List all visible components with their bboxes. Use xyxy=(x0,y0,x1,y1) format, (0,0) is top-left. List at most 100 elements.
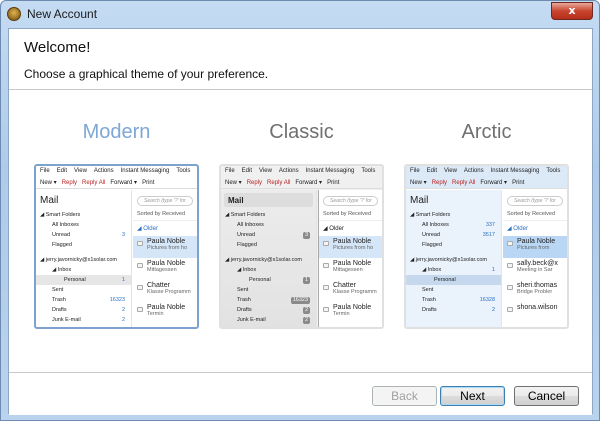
folder-count: 1 xyxy=(491,267,495,273)
preview-message: Chatter Klasse Programm xyxy=(319,280,382,302)
preview-menu-item: File xyxy=(225,168,235,174)
envelope-icon xyxy=(507,307,513,312)
preview-menu-item: Actions xyxy=(463,168,484,174)
message-sender: Paula Noble xyxy=(147,238,186,245)
theme-name: Arctic xyxy=(461,121,512,143)
preview-toolbar-item: Reply xyxy=(61,180,78,186)
preview-menu-item: File xyxy=(40,168,50,174)
close-button[interactable]: x xyxy=(551,2,593,20)
theme-preview-modern[interactable]: File Edit View Actions Instant Messaging Tool… xyxy=(34,164,199,329)
preview-message: Paula Noble Termin xyxy=(319,302,382,324)
preview-group-older: ◢ Older xyxy=(507,226,528,232)
preview-toolbar-item: New ▾ xyxy=(410,180,427,186)
preview-menu-item: View xyxy=(259,168,272,174)
preview-folder: Flagged xyxy=(36,240,131,250)
preview-mail-title: Mail xyxy=(224,193,313,207)
envelope-icon xyxy=(323,285,329,290)
folder-name: All Inboxes xyxy=(422,222,449,228)
preview-menu-item: Actions xyxy=(93,168,114,174)
folder-name: Flagged xyxy=(52,242,72,248)
message-sender: Paula Noble xyxy=(333,238,372,245)
preview-folder: Trash 16323 xyxy=(221,295,316,305)
preview-menu-item: File xyxy=(410,168,420,174)
preview-group-older: ◢ Older xyxy=(137,226,158,232)
preview-folder: Drafts 2 xyxy=(406,305,501,315)
folder-name: Drafts xyxy=(237,307,252,313)
folder-count: 16323 xyxy=(290,296,310,304)
preview-menu-item: Instant Messaging xyxy=(305,168,355,174)
preview-folder: All Inboxes xyxy=(36,220,131,230)
preview-message-pane: Search (type '?' for Sorted by Received ◢ … xyxy=(503,190,567,327)
folder-name: jerry.javornicky@x1solar.com xyxy=(230,257,302,263)
preview-message: Chatter Klasse Programm xyxy=(133,280,197,302)
title-bar: New Account x xyxy=(1,1,599,28)
message-sender: sally.beck@x xyxy=(517,260,558,267)
folder-name: jerry.javornicky@x1solar.com xyxy=(415,257,487,263)
envelope-icon xyxy=(323,307,329,312)
theme-preview-arctic[interactable]: File Edit View Actions Instant Messaging Tool… xyxy=(404,164,569,329)
folder-count: 337 xyxy=(485,222,495,228)
preview-folder: Trash 16328 xyxy=(406,295,501,305)
back-button[interactable]: Back xyxy=(372,386,437,406)
theme-preview-classic[interactable]: File Edit View Actions Instant Messaging Tool… xyxy=(219,164,384,329)
theme-option-classic[interactable]: Classic File Edit View Actions Instant Messag… xyxy=(219,121,384,329)
preview-sort-label: Sorted by Received xyxy=(133,208,197,221)
preview-mail-title: Mail xyxy=(40,195,59,206)
welcome-heading: Welcome! xyxy=(24,39,91,56)
preview-folder: Flagged xyxy=(221,240,316,250)
folder-name: Inbox xyxy=(57,267,72,273)
preview-menu-item: Instant Messaging xyxy=(490,168,540,174)
message-sender: Paula Noble xyxy=(517,238,556,245)
preview-group-older: ◢ Older xyxy=(323,226,344,232)
folder-name: Junk E-mail xyxy=(237,317,266,323)
next-button[interactable]: Next xyxy=(440,386,505,406)
preview-menu-item: View xyxy=(74,168,87,174)
folder-count: 3 xyxy=(302,231,310,239)
folder-name: All Inboxes xyxy=(52,222,79,228)
preview-folder: ◢ Inbox xyxy=(52,267,72,273)
preview-folder: ◢ jerry.javornicky@x1solar.com xyxy=(225,257,302,263)
theme-option-modern[interactable]: Modern File Edit View Actions Instant Messagi… xyxy=(34,121,199,329)
folder-count: 3 xyxy=(121,232,125,238)
cancel-button[interactable]: Cancel xyxy=(514,386,579,406)
preview-message: Paula Noble Pictures from ho xyxy=(133,236,197,258)
preview-message: sally.beck@x Meeting in Sar xyxy=(503,258,567,280)
preview-folder: ◢ Smart Folders xyxy=(225,212,266,218)
folder-name: Flagged xyxy=(237,242,257,248)
preview-message: sheri.thomas Bridge Probler xyxy=(503,280,567,302)
preview-message: Paula Noble Pictures from xyxy=(503,236,567,258)
preview-search-box: Search (type '?' for xyxy=(507,196,563,206)
folder-name: Unread xyxy=(422,232,441,238)
wizard-footer: Back Next Cancel xyxy=(9,372,592,415)
folder-name: Unread xyxy=(52,232,71,238)
envelope-icon xyxy=(507,263,513,268)
preview-menu-item: Edit xyxy=(241,168,253,174)
message-subject: Mittagessen xyxy=(333,267,363,273)
preview-mail-title: Mail xyxy=(410,195,429,206)
preview-menu-item: Tools xyxy=(176,168,191,174)
preview-toolbar-item: Reply xyxy=(431,180,448,186)
preview-folder: Drafts 2 xyxy=(36,305,131,315)
preview-folder: ◢ Inbox 1 xyxy=(422,267,495,273)
preview-menu-item: View xyxy=(444,168,457,174)
envelope-icon xyxy=(323,241,329,246)
message-sender: shona.wilson xyxy=(517,304,558,311)
preview-toolbar-item: New ▾ xyxy=(40,180,57,186)
message-sender: Paula Noble xyxy=(147,304,186,311)
folder-name: Inbox xyxy=(427,267,442,273)
app-icon xyxy=(7,7,21,21)
envelope-icon xyxy=(507,285,513,290)
folder-name: All Inboxes xyxy=(237,222,264,228)
preview-menu-item: Tools xyxy=(361,168,376,174)
preview-sort-label: Sorted by Received xyxy=(503,208,567,221)
theme-option-arctic[interactable]: Arctic File Edit View Actions Instant Messagi… xyxy=(404,121,569,329)
group-label: Older xyxy=(329,226,344,232)
new-account-window: New Account x Welcome! Choose a graphica… xyxy=(0,0,600,421)
preview-toolbar-item: Forward ▾ xyxy=(295,180,323,186)
message-subject: Termin xyxy=(333,311,350,317)
preview-folder: Unread 3517 xyxy=(406,230,501,240)
preview-folder: Junk E-mail 2 xyxy=(221,315,316,325)
preview-message-pane: Search (type '?' for Sorted by Received ◢ … xyxy=(318,190,382,327)
preview-menu-bar: File Edit View Actions Instant Messaging Tool… xyxy=(406,166,567,177)
folder-name: Flagged xyxy=(422,242,442,248)
